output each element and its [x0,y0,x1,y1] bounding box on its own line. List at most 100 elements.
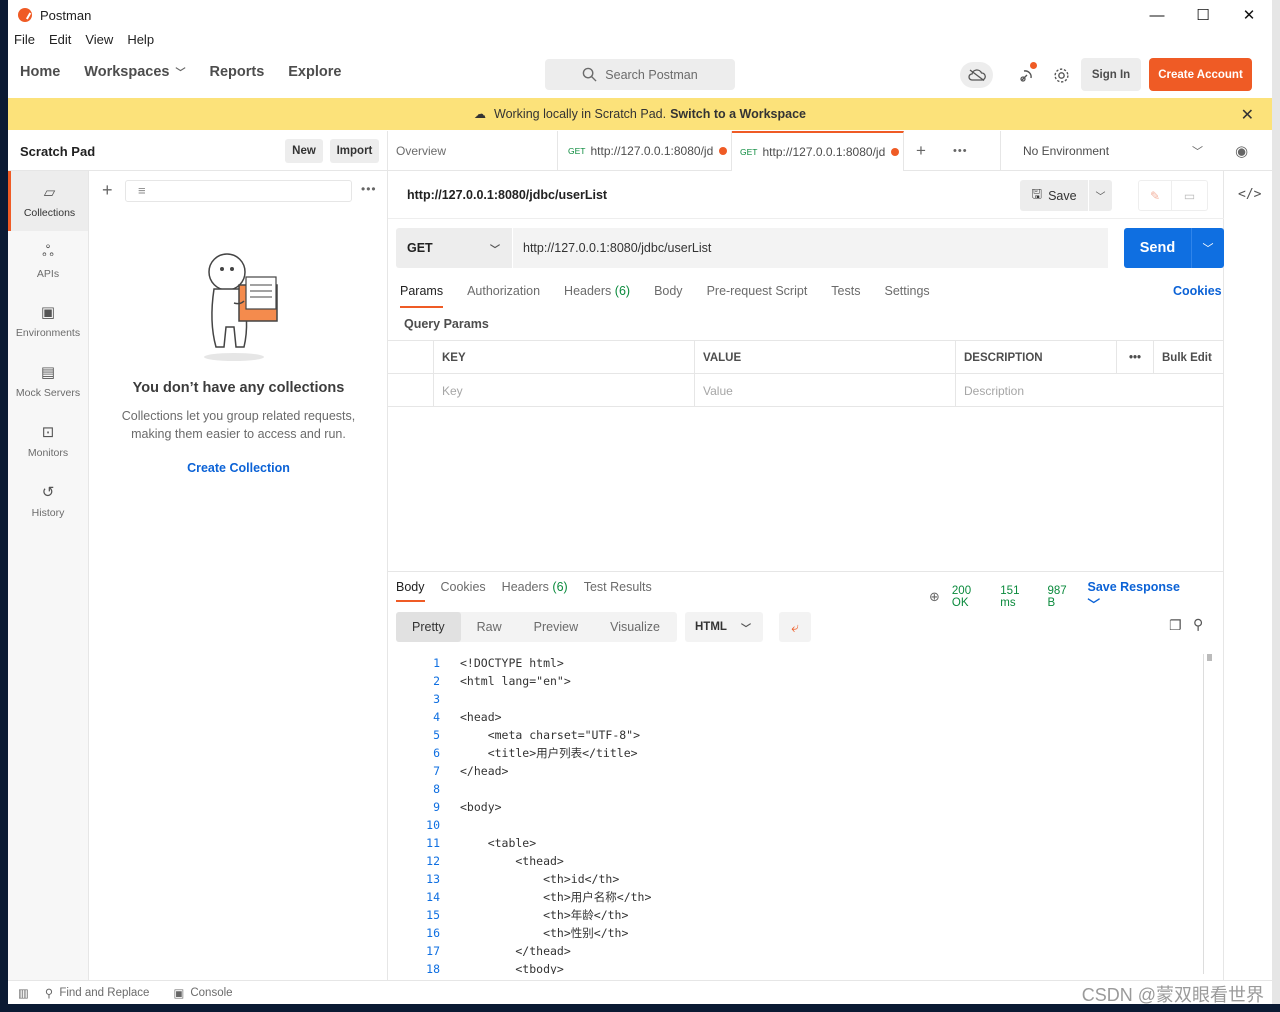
send-options-button[interactable]: ﹀ [1191,228,1224,268]
sidebar-item-collections[interactable]: ▱ Collections [8,171,88,231]
format-preview[interactable]: Preview [518,612,594,642]
save-response-button[interactable]: Save Response ﹀ [1087,580,1211,613]
sidebar-item-history[interactable]: ↺ History [8,471,88,531]
banner-close-icon[interactable]: ✕ [1241,105,1254,125]
format-pretty[interactable]: Pretty [396,612,461,642]
response-tab-test-results[interactable]: Test Results [584,580,652,602]
sidebar-item-environments[interactable]: ▣ Environments [8,291,88,351]
banner-text: Working locally in Scratch Pad. [494,107,667,121]
url-input[interactable] [513,228,1108,268]
collections-filter-input[interactable]: ≡ [125,180,352,202]
edit-button[interactable]: ✎ [1138,180,1172,211]
nav-workspaces[interactable]: Workspaces ﹀ [84,64,185,80]
menu-edit[interactable]: Edit [49,32,71,52]
request-title[interactable]: http://127.0.0.1:8080/jdbc/userList [407,188,607,202]
language-select[interactable]: HTML ﹀ [685,612,763,642]
nav-home[interactable]: Home [20,64,60,80]
format-visualize[interactable]: Visualize [594,612,676,642]
response-time[interactable]: 151 ms [1000,585,1035,609]
tab-params[interactable]: Params [400,284,444,308]
code-text: <body> [460,800,502,814]
comments-button[interactable]: ▭ [1172,180,1208,211]
empty-collections-illustration [204,253,278,361]
response-tab-headers[interactable]: Headers (6) [502,580,568,602]
cookies-link[interactable]: Cookies [1173,284,1222,298]
add-collection-icon[interactable]: + [102,180,113,201]
line-number: 9 [433,800,440,814]
code-snippet-icon[interactable]: </> [1238,187,1261,202]
sync-status-button[interactable] [960,62,993,88]
tab-authorization[interactable]: Authorization [467,284,540,308]
line-number: 3 [433,692,440,706]
new-button[interactable]: New [285,139,323,163]
response-size[interactable]: 987 B [1047,585,1075,609]
minimize-button[interactable]: — [1134,0,1180,30]
sidebar-item-monitors[interactable]: ⊡ Monitors [8,411,88,471]
tab-settings[interactable]: Settings [884,284,929,308]
create-account-button[interactable]: Create Account [1149,58,1252,91]
save-button[interactable]: 🖫 Save [1020,180,1088,211]
tab-body[interactable]: Body [654,284,683,308]
create-collection-link[interactable]: Create Collection [89,461,388,475]
close-button[interactable]: ✕ [1226,0,1272,30]
save-options-button[interactable]: ﹀ [1089,180,1112,211]
status-badge[interactable]: 200 OK [952,585,988,609]
import-button[interactable]: Import [330,139,379,163]
response-tab-cookies[interactable]: Cookies [441,580,486,602]
tab-label: Pre-request Script [706,284,808,298]
tab-request-2[interactable]: GET http://127.0.0.1:8080/jd [732,131,904,171]
menu-help[interactable]: Help [127,32,154,52]
column-options-icon[interactable]: ••• [1116,341,1153,374]
value-input[interactable]: Value [694,374,955,407]
notification-dot [1030,62,1037,69]
environment-quick-look-icon[interactable]: ◉ [1235,142,1248,160]
search-icon [582,67,597,82]
tab-more-icon[interactable]: ••• [953,145,968,157]
tab-pre-request-script[interactable]: Pre-request Script [707,284,808,308]
menu-file[interactable]: File [14,32,35,52]
switch-workspace-link[interactable]: Switch to a Workspace [670,107,806,121]
sign-in-button[interactable]: Sign In [1081,58,1141,91]
globe-icon[interactable]: ⊕ [929,589,940,605]
environment-selector[interactable]: No Environment ﹀ [1000,131,1215,171]
code-scrollbar-thumb[interactable] [1207,654,1212,661]
response-divider[interactable] [388,571,1224,572]
nav-explore[interactable]: Explore [288,64,341,80]
send-button[interactable]: Send [1124,228,1191,268]
method-select[interactable]: GET ﹀ [396,228,512,268]
response-tab-body[interactable]: Body [396,580,425,602]
tab-overview[interactable]: Overview [388,131,558,171]
postman-window: Postman — ☐ ✕ File Edit View Help Home W… [8,0,1272,1005]
format-raw[interactable]: Raw [461,612,518,642]
console-label: Console [190,986,233,999]
description-input[interactable]: Description [955,374,1224,407]
menu-bar: File Edit View Help [14,32,154,52]
tab-label: Settings [884,284,930,298]
toggle-sidebar-button[interactable]: ▥ [18,986,35,1000]
sidebar-item-apis[interactable]: ஃ APIs [8,231,88,291]
search-box[interactable]: Search Postman [545,59,735,90]
maximize-button[interactable]: ☐ [1180,0,1226,30]
find-replace-button[interactable]: ⚲ Find and Replace [45,986,150,1000]
console-button[interactable]: ▣ Console [173,986,232,1000]
new-tab-icon[interactable]: + [916,141,926,161]
search-icon[interactable]: ⚲ [1193,616,1203,633]
copy-icon[interactable]: ❐ [1169,617,1182,634]
code-text: <meta charset="UTF-8"> [460,728,641,742]
tab-label: http://127.0.0.1:8080/jd [762,145,886,159]
tab-headers[interactable]: Headers (6) [564,284,630,308]
tab-request-1[interactable]: GET http://127.0.0.1:8080/jd [560,131,732,171]
more-options-icon[interactable]: ••• [361,182,377,196]
main-nav: Home Workspaces ﹀ Reports Explore [20,64,341,80]
menu-view[interactable]: View [85,32,113,52]
settings-button[interactable] [1048,62,1074,88]
sidebar-item-mock-servers[interactable]: ▤ Mock Servers [8,351,88,411]
key-input[interactable]: Key [433,374,694,407]
empty-collections-description: Collections let you group related reques… [109,407,368,443]
scratch-pad-banner: ☁ Working locally in Scratch Pad. Switch… [8,98,1272,130]
nav-reports[interactable]: Reports [209,64,264,80]
bulk-edit-button[interactable]: Bulk Edit [1153,341,1224,374]
wrap-lines-button[interactable]: ⤶ [779,612,811,642]
tab-tests[interactable]: Tests [831,284,860,308]
response-code-viewer[interactable]: 1 <!DOCTYPE html> 2 <html lang="en"> 3 4 <head… [388,654,1208,974]
